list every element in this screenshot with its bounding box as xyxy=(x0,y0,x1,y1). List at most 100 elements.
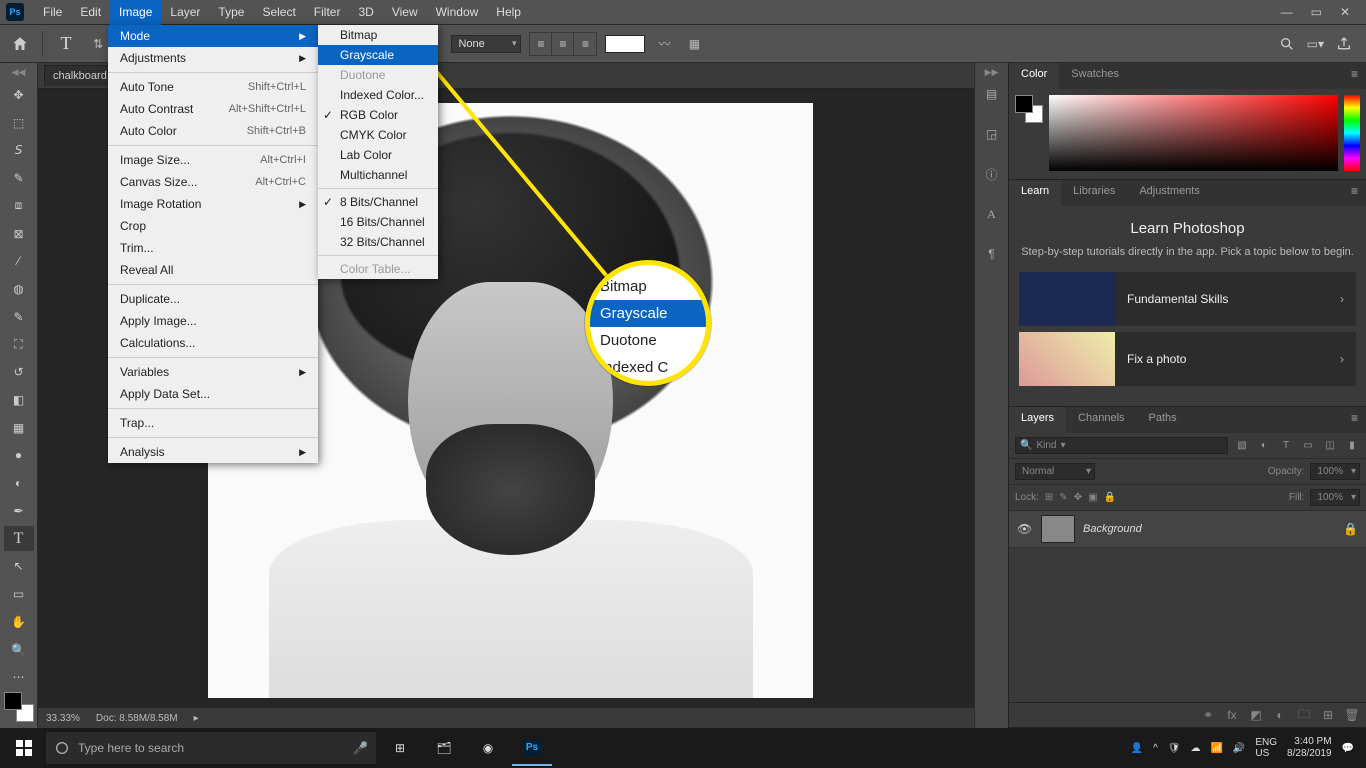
antialias-select[interactable]: None xyxy=(451,35,521,53)
learn-tile[interactable]: Fundamental Skills › xyxy=(1019,272,1356,326)
crop-tool-icon[interactable]: ⧈ xyxy=(4,193,34,219)
edit-toolbar-icon[interactable]: ⋯ xyxy=(4,664,34,690)
filter-type-icon[interactable]: T xyxy=(1278,438,1294,454)
notifications-icon[interactable]: 💬 xyxy=(1342,743,1354,754)
submenu-item[interactable]: ✓RGB Color xyxy=(318,105,438,125)
submenu-item[interactable]: Lab Color xyxy=(318,145,438,165)
taskbar-clock[interactable]: 3:40 PM8/28/2019 xyxy=(1287,736,1332,760)
filter-adjust-icon[interactable]: ◐ xyxy=(1256,438,1272,454)
move-tool-icon[interactable]: ✥ xyxy=(4,82,34,108)
menu-item[interactable]: Duplicate... xyxy=(108,288,318,310)
hand-tool-icon[interactable]: ✋ xyxy=(4,609,34,635)
blend-mode-select[interactable]: Normal xyxy=(1015,463,1095,480)
menu-item[interactable]: Analysis▶ xyxy=(108,441,318,463)
pen-tool-icon[interactable]: ✒ xyxy=(4,498,34,524)
minimize-icon[interactable]: — xyxy=(1281,5,1293,19)
chrome-icon[interactable]: ◉ xyxy=(468,730,508,766)
panel-menu-icon[interactable]: ≡ xyxy=(1343,407,1366,433)
visibility-icon[interactable]: 👁 xyxy=(1017,522,1033,536)
submenu-item[interactable]: Bitmap xyxy=(318,25,438,45)
menu-item[interactable]: Mode▶ xyxy=(108,25,318,47)
menu-3d[interactable]: 3D xyxy=(349,0,382,25)
color-field[interactable] xyxy=(1049,95,1338,171)
tab-learn[interactable]: Learn xyxy=(1009,180,1061,206)
photoshop-taskbar-icon[interactable]: Ps xyxy=(512,730,552,766)
path-select-tool-icon[interactable]: ↖ xyxy=(4,553,34,579)
menu-type[interactable]: Type xyxy=(209,0,253,25)
home-icon[interactable] xyxy=(8,32,32,56)
tab-color[interactable]: Color xyxy=(1009,63,1059,89)
status-arrow-icon[interactable]: ▸ xyxy=(194,713,199,724)
new-layer-icon[interactable]: ⊞ xyxy=(1320,707,1336,723)
submenu-item[interactable]: Indexed Color... xyxy=(318,85,438,105)
menu-item[interactable]: Crop xyxy=(108,215,318,237)
lock-pos-icon[interactable]: ✥ xyxy=(1074,492,1082,503)
type-tool-icon[interactable]: T xyxy=(53,31,79,57)
tab-channels[interactable]: Channels xyxy=(1066,407,1136,433)
submenu-item[interactable]: Grayscale xyxy=(318,45,438,65)
submenu-item[interactable]: 32 Bits/Channel xyxy=(318,232,438,252)
menu-item[interactable]: Auto ContrastAlt+Shift+Ctrl+L xyxy=(108,98,318,120)
menu-view[interactable]: View xyxy=(383,0,427,25)
fx-icon[interactable]: fx xyxy=(1224,707,1240,723)
eyedropper-tool-icon[interactable]: ⁄ xyxy=(4,248,34,274)
character-panel-icon[interactable]: A xyxy=(981,203,1003,225)
properties-panel-icon[interactable]: ◲ xyxy=(981,123,1003,145)
align-center-icon[interactable]: ≡ xyxy=(552,33,574,55)
menu-item[interactable]: Apply Data Set... xyxy=(108,383,318,405)
paragraph-panel-icon[interactable]: ¶ xyxy=(981,243,1003,265)
dodge-tool-icon[interactable]: ◐ xyxy=(4,470,34,496)
healing-tool-icon[interactable]: ◍ xyxy=(4,276,34,302)
filter-toggle-icon[interactable]: ▮ xyxy=(1344,438,1360,454)
marquee-tool-icon[interactable]: ⬚ xyxy=(4,110,34,136)
panel-menu-icon[interactable]: ≡ xyxy=(1343,63,1366,89)
history-brush-icon[interactable]: ↺ xyxy=(4,359,34,385)
submenu-item[interactable]: Multichannel xyxy=(318,165,438,185)
gradient-tool-icon[interactable]: ▦ xyxy=(4,415,34,441)
menu-item[interactable]: Calculations... xyxy=(108,332,318,354)
lasso-tool-icon[interactable]: 𝘚 xyxy=(4,137,34,163)
menu-item[interactable]: Apply Image... xyxy=(108,310,318,332)
menu-layer[interactable]: Layer xyxy=(161,0,209,25)
align-right-icon[interactable]: ≡ xyxy=(574,33,596,55)
submenu-item[interactable]: CMYK Color xyxy=(318,125,438,145)
eraser-tool-icon[interactable]: ◧ xyxy=(4,387,34,413)
learn-tile[interactable]: Fix a photo › xyxy=(1019,332,1356,386)
shape-tool-icon[interactable]: ▭ xyxy=(4,581,34,607)
tray-wifi-icon[interactable]: 📶 xyxy=(1210,743,1222,754)
menu-item[interactable]: Auto ToneShift+Ctrl+L xyxy=(108,76,318,98)
layer-filter-select[interactable]: 🔍 Kind ▾ xyxy=(1015,437,1228,454)
tab-swatches[interactable]: Swatches xyxy=(1059,63,1131,89)
adjustment-icon[interactable]: ◐ xyxy=(1272,707,1288,723)
zoom-tool-icon[interactable]: 🔍 xyxy=(4,637,34,663)
filter-shape-icon[interactable]: ▭ xyxy=(1300,438,1316,454)
menu-window[interactable]: Window xyxy=(427,0,488,25)
zoom-level[interactable]: 33.33% xyxy=(46,713,80,724)
menu-item[interactable]: Canvas Size...Alt+Ctrl+C xyxy=(108,171,318,193)
fill-value[interactable]: 100% xyxy=(1310,489,1360,506)
align-left-icon[interactable]: ≡ xyxy=(530,33,552,55)
lock-icon[interactable]: 🔒 xyxy=(1343,522,1358,536)
lock-pixel-icon[interactable]: ✎ xyxy=(1059,492,1067,503)
group-icon[interactable]: 🗀 xyxy=(1296,707,1312,723)
tray-volume-icon[interactable]: 🔊 xyxy=(1233,743,1245,754)
tray-lang[interactable]: ENGUS xyxy=(1255,737,1277,759)
frame-tool-icon[interactable]: ⊠ xyxy=(4,221,34,247)
hue-slider[interactable] xyxy=(1344,95,1360,171)
layer-item[interactable]: 👁 Background 🔒 xyxy=(1009,511,1366,548)
menu-item[interactable]: Adjustments▶ xyxy=(108,47,318,69)
submenu-item[interactable]: 16 Bits/Channel xyxy=(318,212,438,232)
mic-icon[interactable]: 🎤 xyxy=(353,741,368,755)
info-panel-icon[interactable]: ⓘ xyxy=(981,163,1003,185)
blur-tool-icon[interactable]: ● xyxy=(4,443,34,469)
filter-pixel-icon[interactable]: ▧ xyxy=(1234,438,1250,454)
expand-icon[interactable]: ▶▶ xyxy=(985,67,999,78)
maximize-icon[interactable]: ▭ xyxy=(1311,5,1322,19)
search-icon[interactable] xyxy=(1279,36,1295,52)
quick-select-tool-icon[interactable]: ✎ xyxy=(4,165,34,191)
file-explorer-icon[interactable]: 🗂 xyxy=(424,730,464,766)
menu-filter[interactable]: Filter xyxy=(305,0,350,25)
character-panel-icon[interactable]: ▦ xyxy=(683,33,705,55)
lock-trans-icon[interactable]: ⊞ xyxy=(1045,492,1053,503)
lock-all-icon[interactable]: 🔒 xyxy=(1104,492,1116,503)
